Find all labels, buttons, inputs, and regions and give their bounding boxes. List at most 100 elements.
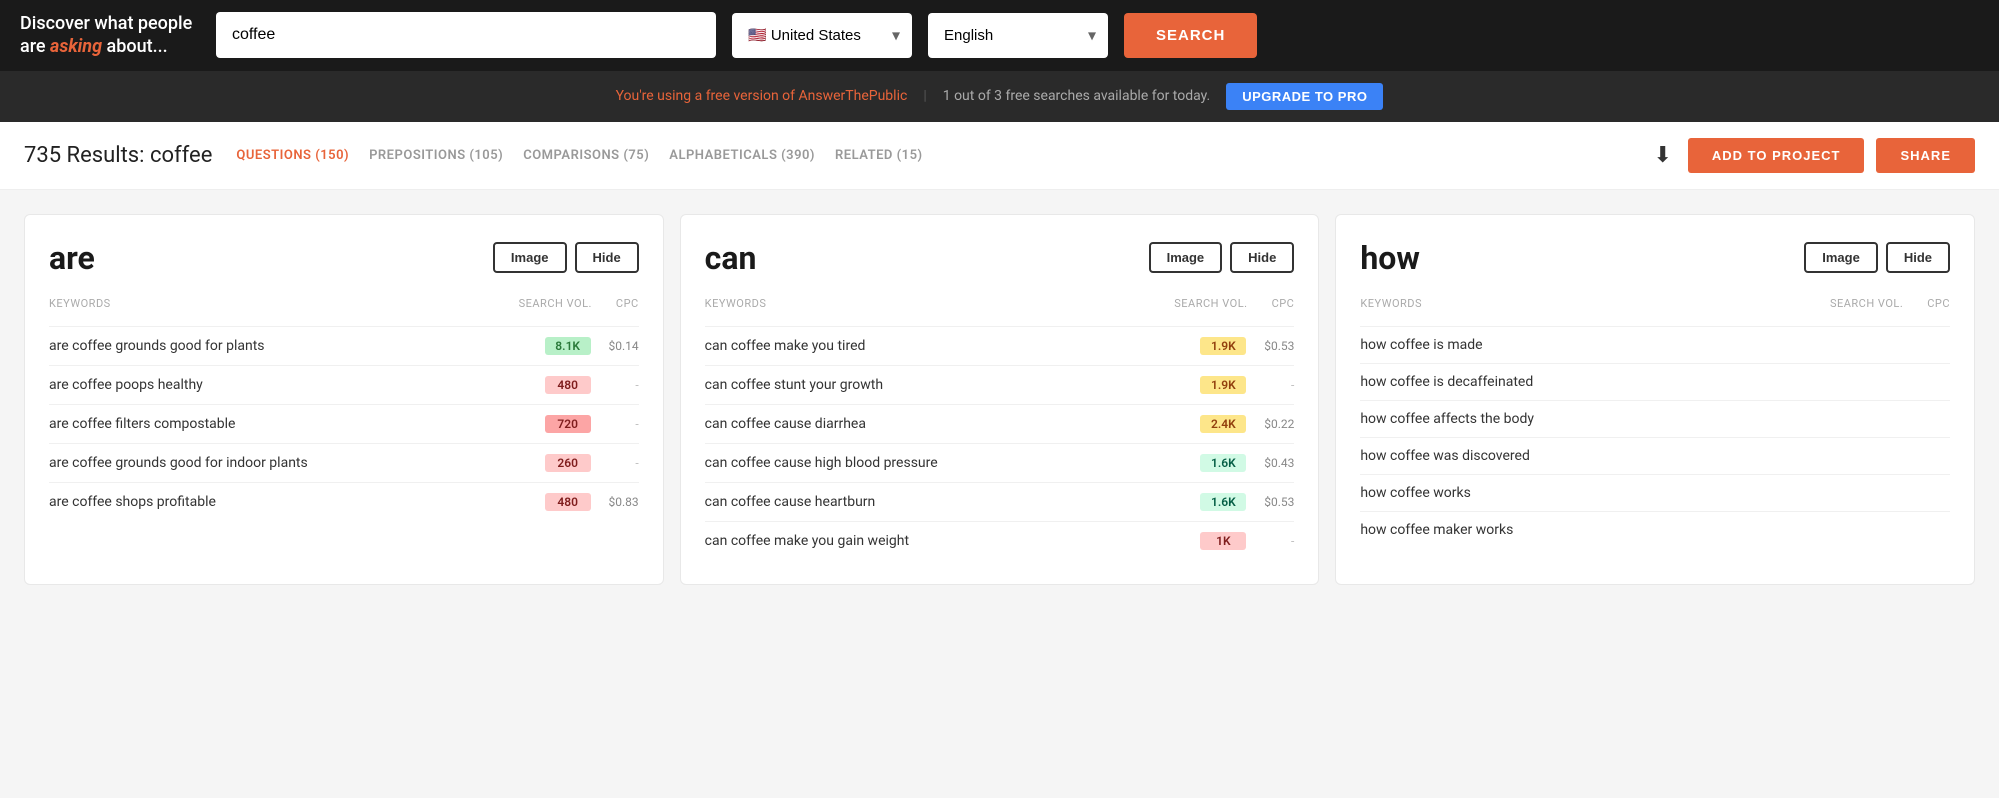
search-volume-badge: 8.1K — [545, 337, 591, 355]
card-title-can: can — [705, 239, 757, 277]
search-volume-badge: 480 — [545, 376, 591, 394]
keyword-text[interactable]: are coffee grounds good for indoor plant… — [49, 455, 519, 471]
cpc-value: - — [603, 378, 639, 392]
table-row: can coffee cause high blood pressure 1.6K… — [705, 443, 1295, 482]
keyword-text[interactable]: how coffee maker works — [1360, 522, 1830, 538]
card-title-are: are — [49, 239, 95, 277]
col-keywords-label: Keywords — [49, 297, 111, 310]
cpc-value: - — [603, 456, 639, 470]
cpc-value: $0.53 — [1258, 495, 1294, 509]
keyword-text[interactable]: can coffee cause high blood pressure — [705, 455, 1175, 471]
country-select-wrap: 🇺🇸 United States — [732, 13, 912, 58]
keyword-text[interactable]: how coffee was discovered — [1360, 448, 1830, 464]
table-row: how coffee works — [1360, 474, 1950, 511]
search-volume-badge: 2.4K — [1200, 415, 1246, 433]
table-row: can coffee make you tired1.9K$0.53 — [705, 326, 1295, 365]
country-select[interactable]: 🇺🇸 United States — [732, 13, 912, 58]
tab-questions[interactable]: QUESTIONS (150) — [236, 146, 349, 165]
search-volume-badge: 1.6K — [1200, 454, 1246, 472]
keyword-text[interactable]: are coffee filters compostable — [49, 416, 519, 432]
keyword-text[interactable]: how coffee works — [1360, 485, 1830, 501]
keyword-table-are: KeywordsSearch Vol.CPCare coffee grounds… — [49, 297, 639, 521]
keyword-text[interactable]: are coffee shops profitable — [49, 494, 519, 510]
add-to-project-button[interactable]: ADD TO PROJECT — [1688, 138, 1865, 173]
searches-count-text: 1 out of 3 free searches available for t… — [943, 88, 1210, 104]
card-header-can: can ImageHide — [705, 239, 1295, 277]
hide-button-are[interactable]: Hide — [575, 242, 639, 273]
share-button[interactable]: SHARE — [1876, 138, 1975, 173]
language-select-wrap: English — [928, 13, 1108, 58]
search-volume-badge: 480 — [545, 493, 591, 511]
keyword-text[interactable]: can coffee cause heartburn — [705, 494, 1175, 510]
card-actions-can: ImageHide — [1149, 242, 1295, 273]
col-search-vol-label: Search Vol. — [1830, 297, 1903, 310]
image-button-how[interactable]: Image — [1804, 242, 1878, 273]
keyword-text[interactable]: can coffee make you tired — [705, 338, 1175, 354]
table-row: can coffee stunt your growth 1.9K- — [705, 365, 1295, 404]
keyword-text[interactable]: are coffee grounds good for plants — [49, 338, 519, 354]
card-actions-how: Image Hide — [1804, 242, 1950, 273]
card-title-how: how — [1360, 239, 1419, 277]
table-header-how: Keywords Search Vol. CPC — [1360, 297, 1950, 318]
tab-alphabeticals[interactable]: ALPHABETICALS (390) — [669, 146, 815, 165]
search-button[interactable]: SEARCH — [1124, 13, 1257, 58]
search-volume-badge: 260 — [545, 454, 591, 472]
cpc-value: - — [603, 417, 639, 431]
search-input-wrap — [216, 12, 716, 58]
table-row: are coffee grounds good for indoor plant… — [49, 443, 639, 482]
free-version-text: You're using a free version of AnswerThe… — [616, 88, 908, 104]
results-header: 735 Results: coffee QUESTIONS (150) PREPO… — [0, 122, 1999, 190]
table-header-are: KeywordsSearch Vol.CPC — [49, 297, 639, 318]
tab-prepositions[interactable]: PREPOSITIONS (105) — [369, 146, 503, 165]
search-volume-badge: 1.9K — [1200, 376, 1246, 394]
keyword-text[interactable]: can coffee stunt your growth — [705, 377, 1175, 393]
cpc-value: $0.83 — [603, 495, 639, 509]
brand-text: Discover what people are asking about... — [20, 12, 200, 59]
cpc-value: $0.43 — [1258, 456, 1294, 470]
image-button-can[interactable]: Image — [1149, 242, 1223, 273]
table-row: how coffee is decaffeinated — [1360, 363, 1950, 400]
col-search-vol-label: Search Vol. — [519, 297, 592, 310]
cpc-value: - — [1258, 534, 1294, 548]
keyword-text[interactable]: can coffee make you gain weight — [705, 533, 1175, 549]
table-row: how coffee was discovered — [1360, 437, 1950, 474]
col-cpc-label: CPC — [1927, 297, 1950, 310]
table-row: are coffee filters compostable 720- — [49, 404, 639, 443]
hide-button-can[interactable]: Hide — [1230, 242, 1294, 273]
table-row: can coffee cause heartburn 1.6K $0.53 — [705, 482, 1295, 521]
keyword-table-can: KeywordsSearch Vol.CPCcan coffee make yo… — [705, 297, 1295, 560]
search-volume-badge: 720 — [545, 415, 591, 433]
table-row: can coffee cause diarrhea2.4K$0.22 — [705, 404, 1295, 443]
keyword-text[interactable]: how coffee is decaffeinated — [1360, 374, 1830, 390]
upgrade-button[interactable]: UPGRADE TO PRO — [1226, 83, 1383, 110]
col-keywords-label: Keywords — [705, 297, 767, 310]
content-area: areImageHideKeywordsSearch Vol.CPCare co… — [0, 190, 1999, 609]
search-input[interactable] — [216, 12, 716, 58]
keyword-text[interactable]: how coffee is made — [1360, 337, 1830, 353]
cpc-value: $0.14 — [603, 339, 639, 353]
table-row: are coffee shops profitable 480 $0.83 — [49, 482, 639, 521]
language-select[interactable]: English — [928, 13, 1108, 58]
tab-comparisons[interactable]: COMPARISONS (75) — [523, 146, 649, 165]
results-title: 735 Results: coffee — [24, 143, 212, 168]
keyword-text[interactable]: how coffee affects the body — [1360, 411, 1830, 427]
notice-bar: You're using a free version of AnswerThe… — [0, 71, 1999, 122]
card-can: canImageHideKeywordsSearch Vol.CPCcan co… — [680, 214, 1320, 585]
keyword-table-how: Keywords Search Vol. CPC how coffee is made… — [1360, 297, 1950, 548]
search-volume-badge: 1.6K — [1200, 493, 1246, 511]
table-row: how coffee is made — [1360, 326, 1950, 363]
card-header-are: are Image Hide — [49, 239, 639, 277]
tab-related[interactable]: RELATED (15) — [835, 146, 923, 165]
keyword-text[interactable]: can coffee cause diarrhea — [705, 416, 1175, 432]
table-row: are coffee grounds good for plants 8.1K $0… — [49, 326, 639, 365]
keyword-text[interactable]: are coffee poops healthy — [49, 377, 519, 393]
image-button-are[interactable]: Image — [493, 242, 567, 273]
card-are: areImageHideKeywordsSearch Vol.CPCare co… — [24, 214, 664, 585]
col-keywords-label: Keywords — [1360, 297, 1422, 310]
col-search-vol-label: Search Vol. — [1174, 297, 1247, 310]
table-row: how coffee affects the body — [1360, 400, 1950, 437]
download-icon[interactable]: ⬇ — [1649, 139, 1675, 172]
table-row: can coffee make you gain weight1K- — [705, 521, 1295, 560]
cpc-value: - — [1258, 378, 1294, 392]
hide-button-how[interactable]: Hide — [1886, 242, 1950, 273]
